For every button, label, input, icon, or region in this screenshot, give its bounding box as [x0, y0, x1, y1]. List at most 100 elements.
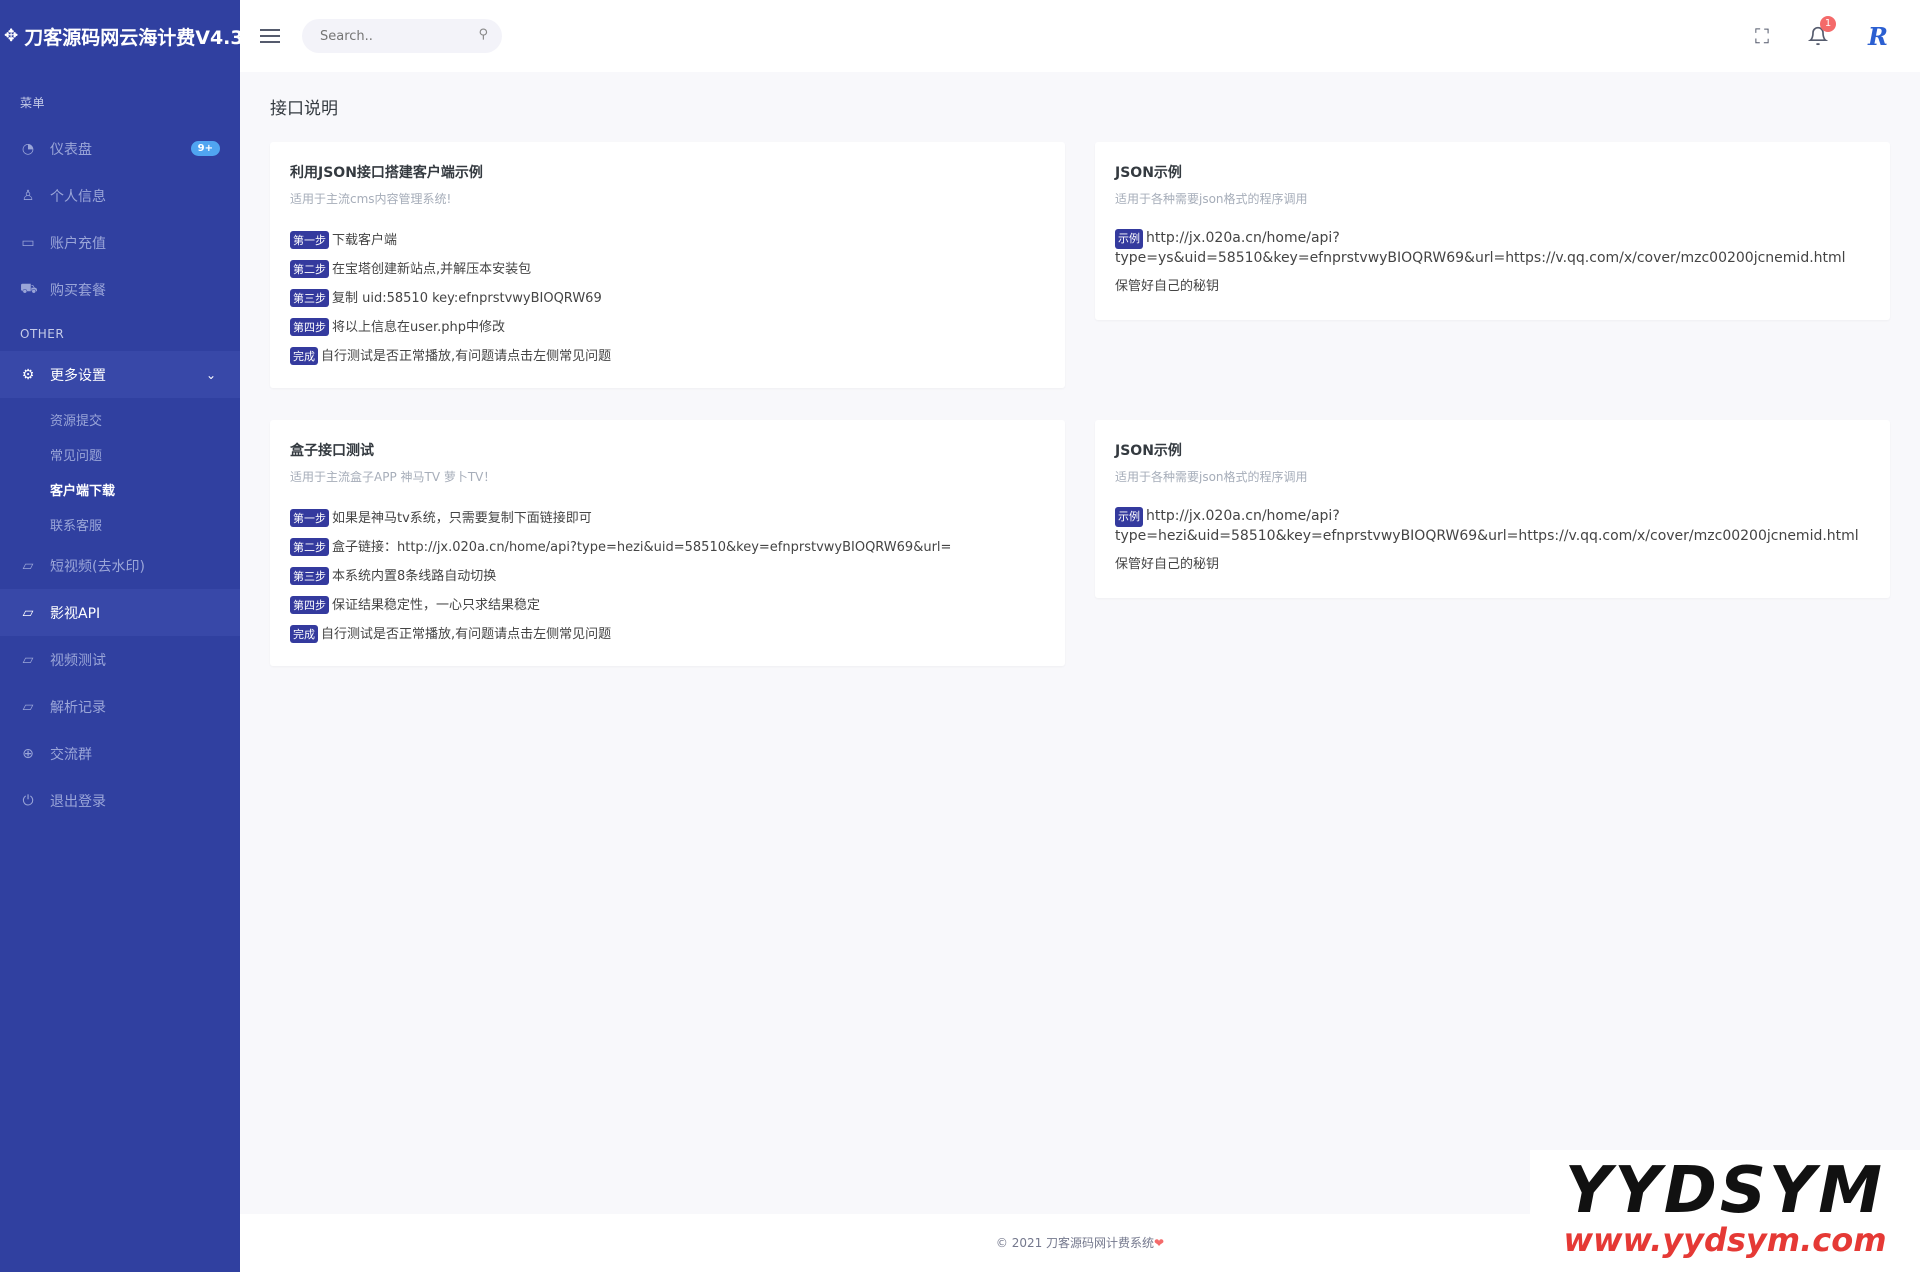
- step-row: 第三步 本系统内置8条线路自动切换: [290, 565, 1045, 585]
- power-icon: ⏻: [22, 792, 34, 809]
- move-icon: ✥: [4, 26, 19, 46]
- sidebar-item-parse-log[interactable]: ▱ 解析记录: [0, 683, 240, 730]
- card-title: JSON示例: [1115, 165, 1182, 181]
- sidebar-item-label: 购买套餐: [50, 282, 106, 299]
- json-example-card-2: JSON示例 适用于各种需要json格式的程序调用 示例 http://jx.02…: [1095, 420, 1890, 598]
- sidebar-item-label: 个人信息: [50, 188, 106, 205]
- folder-icon: ▱: [22, 557, 34, 574]
- sidebar-item-short-video[interactable]: ▱ 短视频(去水印): [0, 542, 240, 589]
- step-tag: 第四步: [290, 596, 329, 614]
- step-tag: 完成: [290, 625, 318, 643]
- step-tag: 第三步: [290, 289, 329, 307]
- box-test-card: 盒子接口测试 适用于主流盒子APP 神马TV 萝卜TV！ 第一步 如果是神马tv系…: [270, 420, 1065, 666]
- dashboard-badge: 9+: [190, 141, 220, 156]
- step-row: 第二步 在宝塔创建新站点,并解压本安装包: [290, 258, 1045, 278]
- sidebar-item-label: 退出登录: [50, 793, 106, 810]
- sidebar-item-label: 短视频(去水印): [50, 558, 145, 575]
- fullscreen-icon[interactable]: ⛶: [1748, 22, 1776, 50]
- sidebar-item-label: 影视API: [50, 605, 101, 622]
- card-title: 盒子接口测试: [290, 443, 374, 459]
- brand-logo[interactable]: ✥ 刀客源码网云海计费V4.3: [0, 0, 244, 72]
- json-example-card: JSON示例 适用于各种需要json格式的程序调用 示例 http://jx.02…: [1095, 142, 1890, 320]
- step-text[interactable]: 盒子链接：http://jx.020a.cn/home/api?type=hez…: [332, 540, 951, 555]
- folder-icon: ▱: [22, 698, 34, 715]
- sidebar-item-video-api[interactable]: ▱ 影视API: [0, 589, 240, 636]
- step-row: 第二步 盒子链接：http://jx.020a.cn/home/api?type=…: [290, 536, 1045, 556]
- step-row: 第一步 下载客户端: [290, 229, 1045, 249]
- sidebar-item-recharge[interactable]: ▭ 账户充值: [0, 219, 240, 266]
- sidebar-item-buy-plan[interactable]: ⛟ 购买套餐: [0, 266, 240, 313]
- sidebar-item-label: 交流群: [50, 746, 92, 763]
- search-icon[interactable]: ⚲: [478, 27, 488, 42]
- api-url-part2[interactable]: type=ys&uid=58510&key=efnprstvwyBIOQRW69…: [1115, 249, 1870, 267]
- sidebar-item-label: 仪表盘: [50, 141, 92, 158]
- user-icon: ♙: [21, 187, 35, 204]
- step-tag: 第一步: [290, 231, 329, 249]
- api-url-part1: http://jx.020a.cn/home/api?: [1146, 230, 1340, 246]
- step-text: 如果是神马tv系统，只需要复制下面链接即可: [332, 511, 592, 526]
- api-url-line[interactable]: 示例 http://jx.020a.cn/home/api?: [1115, 229, 1870, 249]
- sidebar-item-label: 视频测试: [50, 652, 106, 669]
- keep-key-note: 保管好自己的秘钥: [1115, 557, 1220, 572]
- step-row: 第四步 保证结果稳定性，一心只求结果稳定: [290, 594, 1045, 614]
- watermark-logo: YYDSYM www.yydsym.com: [1530, 1150, 1920, 1272]
- sidebar-item-profile[interactable]: ♙ 个人信息: [0, 172, 240, 219]
- sidebar-subitem-faq[interactable]: 常见问题: [0, 437, 240, 472]
- header-actions: ⛶ 1 R: [1748, 16, 1896, 54]
- bell-icon[interactable]: 1: [1804, 16, 1836, 50]
- example-tag: 示例: [1115, 229, 1143, 249]
- chevron-down-icon: ⌄: [205, 367, 216, 382]
- menu-toggle-icon[interactable]: [260, 29, 280, 43]
- sidebar-item-group[interactable]: ⊕ 交流群: [0, 730, 240, 777]
- step-text: 本系统内置8条线路自动切换: [332, 569, 497, 584]
- card-title: JSON示例: [1115, 443, 1182, 459]
- sidebar-subitem-resource-submit[interactable]: 资源提交: [0, 402, 240, 437]
- step-row: 完成 自行测试是否正常播放,有问题请点击左侧常见问题: [290, 623, 1045, 643]
- card-subtitle: 适用于各种需要json格式的程序调用: [1115, 470, 1308, 484]
- notification-badge: 1: [1820, 16, 1836, 32]
- footer-text: © 2021 刀客源码网计费系统: [995, 1236, 1155, 1250]
- plus-circle-icon: ⊕: [22, 745, 34, 762]
- folder-icon: ▱: [22, 651, 34, 668]
- card-subtitle: 适用于各种需要json格式的程序调用: [1115, 192, 1308, 206]
- api-url-part1: http://jx.020a.cn/home/api?: [1146, 508, 1340, 524]
- avatar[interactable]: R: [1860, 18, 1896, 54]
- step-row: 第四步 将以上信息在user.php中修改: [290, 316, 1045, 336]
- card-icon: ▭: [21, 234, 35, 251]
- card-subtitle: 适用于主流盒子APP 神马TV 萝卜TV！: [290, 470, 496, 484]
- step-text: 下载客户端: [332, 233, 398, 248]
- card-subtitle: 适用于主流cms内容管理系统!: [290, 192, 452, 206]
- brand-title: 刀客源码网云海计费V4.3: [24, 26, 244, 49]
- sidebar-item-logout[interactable]: ⏻ 退出登录: [0, 777, 240, 824]
- sidebar-item-more-settings[interactable]: ⚙ 更多设置 ⌄: [0, 351, 240, 398]
- gear-icon: ⚙: [21, 366, 35, 383]
- step-text: 自行测试是否正常播放,有问题请点击左侧常见问题: [321, 349, 612, 364]
- step-text: 自行测试是否正常播放,有问题请点击左侧常见问题: [321, 627, 612, 642]
- sidebar-item-label: 解析记录: [50, 699, 106, 716]
- step-text: 在宝塔创建新站点,并解压本安装包: [332, 262, 532, 277]
- sidebar-item-label: 更多设置: [50, 367, 106, 384]
- api-url-line[interactable]: 示例 http://jx.020a.cn/home/api?: [1115, 507, 1870, 527]
- json-client-card: 利用JSON接口搭建客户端示例 适用于主流cms内容管理系统! 第一步 下载客户端…: [270, 142, 1065, 388]
- watermark-url: www.yydsym.com: [1563, 1221, 1887, 1259]
- card-title: 利用JSON接口搭建客户端示例: [290, 165, 483, 181]
- api-url-part2[interactable]: type=hezi&uid=58510&key=efnprstvwyBIOQRW…: [1115, 527, 1870, 545]
- keep-key-note: 保管好自己的秘钥: [1115, 279, 1220, 294]
- cart-icon: ⛟: [20, 280, 38, 297]
- search-input[interactable]: [302, 28, 462, 44]
- sidebar: ✥ 刀客源码网云海计费V4.3 菜单 ◔ 仪表盘 9+ ♙ 个人信息 ▭ 账户充…: [0, 0, 244, 1272]
- sidebar-item-video-test[interactable]: ▱ 视频测试: [0, 636, 240, 683]
- step-tag: 第二步: [290, 260, 329, 278]
- search-box: ⚲: [302, 19, 502, 53]
- step-tag: 第四步: [290, 318, 329, 336]
- top-header: ⚲ ⛶ 1 R: [240, 0, 1920, 72]
- page-title: 接口说明: [270, 99, 338, 119]
- step-text: 保证结果稳定性，一心只求结果稳定: [332, 598, 541, 613]
- example-tag: 示例: [1115, 507, 1143, 527]
- step-tag: 完成: [290, 347, 318, 365]
- sidebar-subitem-client-download[interactable]: 客户端下载: [0, 472, 240, 507]
- dashboard-icon: ◔: [21, 140, 35, 157]
- sidebar-item-dashboard[interactable]: ◔ 仪表盘 9+: [0, 125, 240, 172]
- other-section-title: OTHER: [20, 327, 65, 341]
- sidebar-subitem-contact[interactable]: 联系客服: [0, 507, 240, 542]
